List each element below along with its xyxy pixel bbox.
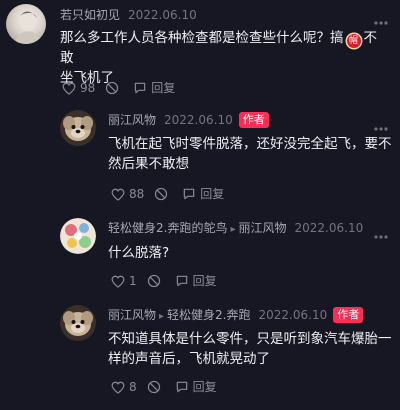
comment-text-line1: 飞机在起飞时零件脱落，还好没完全起飞，要不 [108, 136, 392, 152]
author-badge: 作者 [238, 112, 269, 128]
heart-icon [111, 188, 125, 201]
like-button[interactable]: 88 [111, 186, 144, 202]
more-dots-icon[interactable] [374, 224, 388, 243]
comment-text-line2: 然后果不敢想 [108, 156, 189, 172]
dislike-button[interactable] [147, 274, 165, 288]
username[interactable]: 丽江风物 [108, 113, 156, 127]
like-count: 88 [129, 187, 145, 201]
reply-button[interactable]: 回复 [175, 379, 217, 395]
comment-date: 2022.06.10 [258, 308, 328, 322]
comment-date: 2022.06.10 [128, 8, 197, 22]
more-dots-icon[interactable] [374, 10, 388, 29]
comment-actions: 8 回复 [111, 379, 227, 395]
like-button[interactable]: 98 [62, 80, 95, 96]
dislike-icon [147, 380, 160, 394]
comment-2: 丽江风物 2022.06.10 作者 飞机在起飞时零件脱落，还好没完全起飞，要不 然… [0, 100, 400, 210]
emoji-sticker: 帽 [346, 34, 361, 48]
like-count: 8 [129, 380, 137, 394]
comment-meta: 丽江风物 ▸ 轻松健身2.奔跑 2022.06.10 作者 [108, 307, 364, 325]
heart-icon [111, 381, 125, 394]
reply-label: 回复 [151, 81, 176, 95]
reply-label: 回复 [192, 274, 217, 288]
avatar[interactable] [60, 218, 96, 254]
comment-actions: 88 回复 [111, 186, 234, 202]
reply-to-username[interactable]: 丽江风物 [238, 221, 286, 235]
comment-text: 那么多工作人员各种检查都是检查些什么呢？搞帽不敢 坐飞机了 [60, 28, 390, 88]
dislike-icon [147, 274, 160, 288]
like-button[interactable]: 1 [111, 273, 137, 289]
comment-text-line2: 样的声音后，飞机就晃动了 [108, 351, 270, 367]
comment-text: 飞机在起飞时零件脱落，还好没完全起飞，要不 然后果不敢想 [108, 134, 393, 174]
reply-button[interactable]: 回复 [175, 273, 217, 289]
comment-meta: 轻松健身2.奔跑的鸵鸟 ▸ 丽江风物 2022.06.10 [108, 220, 363, 238]
author-badge: 作者 [333, 307, 364, 323]
username[interactable]: 丽江风物 [108, 308, 156, 322]
arrow-right-icon: ▸ [230, 224, 236, 235]
comment-text-line1: 不知道具体是什么零件，只是听到象汽车爆胎一 [108, 331, 392, 347]
like-count: 1 [129, 274, 137, 288]
reply-icon [184, 188, 195, 200]
reply-label: 回复 [200, 187, 225, 201]
username[interactable]: 轻松健身2.奔跑的鸵鸟 [108, 221, 227, 235]
comment-section: 若只如初见 2022.06.10 那么多工作人员各种检查都是检查些什么呢？搞帽不敢… [0, 0, 400, 410]
reply-to-username[interactable]: 轻松健身2.奔跑 [167, 308, 250, 322]
avatar[interactable] [60, 305, 96, 341]
like-count: 98 [80, 81, 96, 95]
reply-icon [176, 381, 187, 393]
heart-icon [111, 275, 125, 288]
avatar[interactable] [60, 110, 96, 146]
reply-button[interactable]: 回复 [182, 186, 224, 202]
comment-meta: 若只如初见 2022.06.10 [60, 7, 197, 23]
heart-icon [62, 82, 76, 95]
comment-actions: 98 回复 [62, 80, 185, 96]
arrow-right-icon: ▸ [159, 311, 165, 322]
comment-text: 不知道具体是什么零件，只是听到象汽车爆胎一 样的声音后，飞机就晃动了 [108, 329, 398, 369]
reply-icon [135, 82, 146, 94]
comment-text-line1: 那么多工作人员各种检查都是检查些什么呢？搞 [60, 30, 344, 46]
comment-date: 2022.06.10 [294, 221, 364, 235]
reply-button[interactable]: 回复 [133, 80, 175, 96]
comment-date: 2022.06.10 [164, 113, 233, 127]
comment-text: 什么脱落? [108, 243, 393, 263]
comment-meta: 丽江风物 2022.06.10 作者 [108, 112, 269, 128]
comment-1: 若只如初见 2022.06.10 那么多工作人员各种检查都是检查些什么呢？搞帽不敢… [0, 0, 400, 100]
comment-3: 轻松健身2.奔跑的鸵鸟 ▸ 丽江风物 2022.06.10 什么脱落? 1 回复 [0, 210, 400, 295]
reply-label: 回复 [192, 380, 217, 394]
username[interactable]: 若只如初见 [60, 8, 120, 22]
comment-actions: 1 回复 [111, 273, 227, 289]
dislike-button[interactable] [105, 81, 123, 95]
avatar[interactable] [6, 4, 46, 44]
dislike-button[interactable] [147, 380, 165, 394]
dislike-button[interactable] [154, 187, 172, 201]
dislike-icon [106, 81, 119, 95]
comment-4: 丽江风物 ▸ 轻松健身2.奔跑 2022.06.10 作者 不知道具体是什么零件，只是听… [0, 295, 400, 410]
comment-text-line1: 什么脱落? [108, 245, 170, 261]
like-button[interactable]: 8 [111, 379, 137, 395]
more-dots-icon[interactable] [374, 116, 388, 135]
reply-icon [176, 275, 187, 287]
dislike-icon [155, 187, 168, 201]
